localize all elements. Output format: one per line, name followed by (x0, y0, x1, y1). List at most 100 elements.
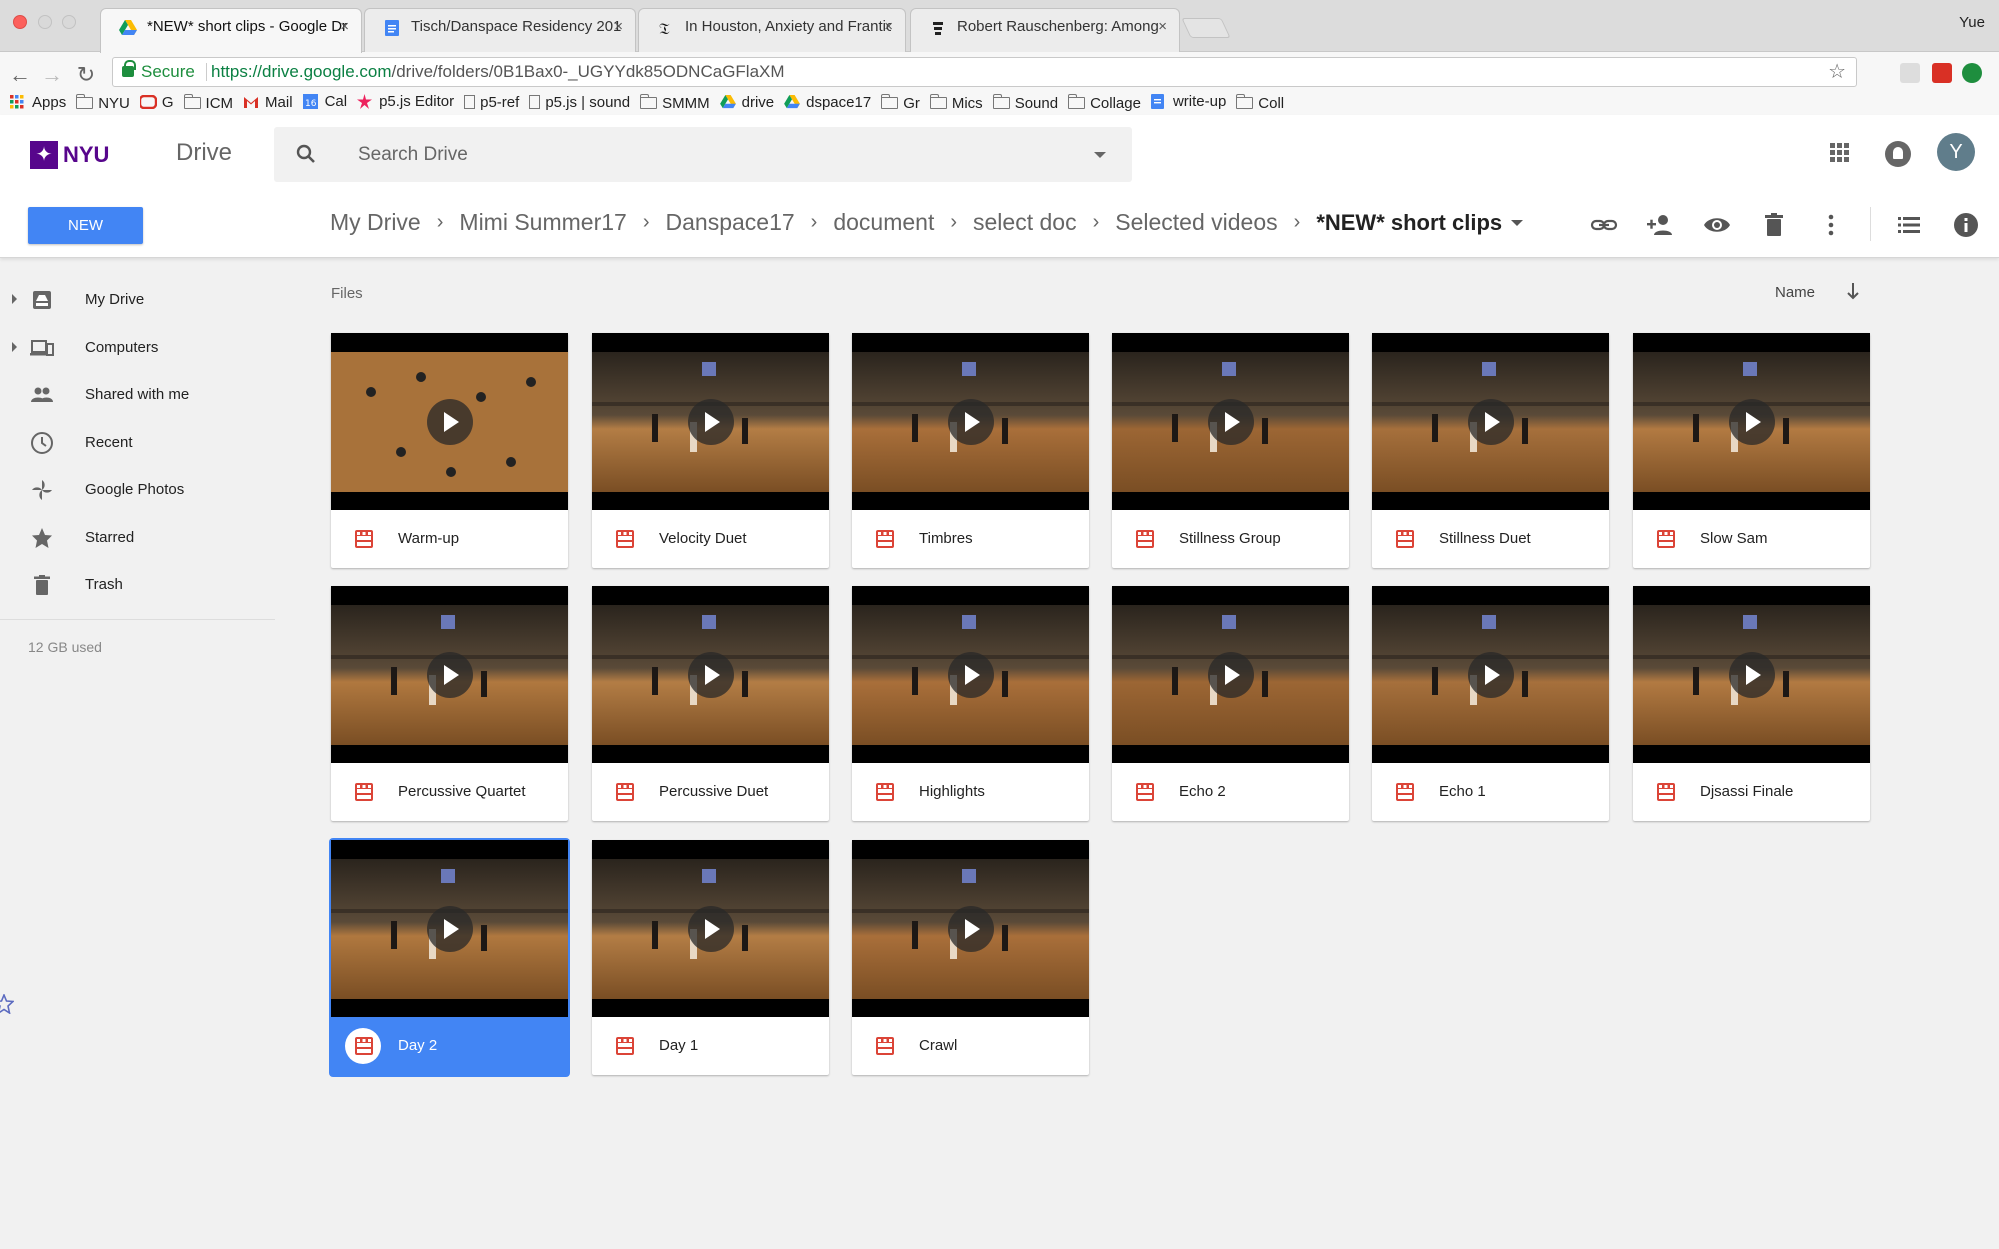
video-thumbnail[interactable] (1633, 586, 1870, 763)
play-icon[interactable] (948, 652, 994, 698)
video-file-card[interactable]: Slow Sam (1633, 333, 1870, 568)
video-file-card[interactable]: Velocity Duet (592, 333, 829, 568)
delete-trash-icon[interactable] (1759, 210, 1789, 240)
play-icon[interactable] (427, 906, 473, 952)
bookmark-item[interactable]: p5.js Editor (357, 88, 454, 114)
video-thumbnail[interactable] (331, 333, 568, 510)
browser-profile-name[interactable]: Yue (1959, 14, 1985, 31)
bookmark-star-icon[interactable]: ☆ (1828, 58, 1846, 86)
file-card-footer[interactable]: Slow Sam (1633, 510, 1870, 568)
org-name[interactable]: NYU (63, 142, 109, 168)
sidebar-item-recent[interactable]: Recent (0, 423, 275, 463)
new-tab-button[interactable] (1181, 18, 1231, 38)
tab-close-icon[interactable]: × (340, 9, 349, 45)
video-thumbnail[interactable] (1112, 586, 1349, 763)
video-thumbnail[interactable] (592, 333, 829, 510)
play-icon[interactable] (427, 652, 473, 698)
file-card-footer[interactable]: Echo 2 (1112, 763, 1349, 821)
green-extension-icon[interactable] (1962, 63, 1982, 83)
bookmark-item[interactable]: G (138, 89, 174, 115)
reload-icon[interactable]: ↻ (74, 62, 98, 88)
sidebar-item-starred[interactable]: Starred (0, 518, 275, 558)
breadcrumb-current-folder[interactable]: *NEW* short clips (1316, 210, 1502, 236)
breadcrumb-document[interactable]: document (833, 209, 934, 236)
video-thumbnail[interactable] (852, 840, 1089, 1017)
bookmark-item[interactable]: Mail (243, 89, 293, 115)
file-card-footer[interactable]: Day 1 (592, 1017, 829, 1075)
info-icon[interactable] (1951, 210, 1981, 240)
search-icon[interactable] (294, 142, 318, 166)
play-icon[interactable] (1468, 652, 1514, 698)
play-icon[interactable] (1729, 399, 1775, 445)
share-add-person-icon[interactable] (1645, 210, 1675, 240)
notifications-bell-icon[interactable] (1885, 141, 1911, 167)
video-file-card[interactable]: Highlights (852, 586, 1089, 821)
file-card-footer[interactable]: Percussive Duet (592, 763, 829, 821)
back-arrow-icon[interactable]: ← (8, 62, 32, 88)
breadcrumb-selected-videos[interactable]: Selected videos (1115, 209, 1277, 236)
bookmark-item[interactable]: SMMM (640, 90, 710, 116)
bookmark-item[interactable]: 16 Cal (302, 88, 347, 114)
video-file-card[interactable]: Djsassi Finale (1633, 586, 1870, 821)
get-link-icon[interactable] (1589, 210, 1619, 240)
bookmark-item[interactable]: ICM (183, 90, 233, 116)
browser-tab-drive[interactable]: *NEW* short clips - Google Drive × (100, 8, 362, 53)
video-thumbnail[interactable] (1372, 586, 1609, 763)
breadcrumb-danspace17[interactable]: Danspace17 (666, 209, 795, 236)
file-card-footer[interactable]: Highlights (852, 763, 1089, 821)
bookmark-item[interactable]: Gr (881, 90, 920, 116)
file-card-footer[interactable]: Velocity Duet (592, 510, 829, 568)
breadcrumb-my-drive[interactable]: My Drive (330, 209, 421, 236)
storage-used[interactable]: 12 GB used (28, 639, 102, 655)
video-file-card[interactable]: Percussive Duet (592, 586, 829, 821)
play-icon[interactable] (1729, 652, 1775, 698)
tab-close-icon[interactable]: × (614, 9, 623, 45)
browser-tab-docs[interactable]: Tisch/Danspace Residency 2017 × (364, 8, 636, 52)
preview-eye-icon[interactable] (1702, 210, 1732, 240)
bookmark-item[interactable]: Sound (992, 90, 1058, 116)
play-icon[interactable] (427, 399, 473, 445)
file-card-footer[interactable]: Day 2 (331, 1017, 568, 1075)
play-icon[interactable] (688, 399, 734, 445)
file-card-footer[interactable]: Crawl (852, 1017, 1089, 1075)
more-actions-icon[interactable] (1816, 210, 1846, 240)
video-file-card[interactable]: Day 2 (331, 840, 568, 1075)
video-file-card[interactable]: Timbres (852, 333, 1089, 568)
file-card-footer[interactable]: Djsassi Finale (1633, 763, 1870, 821)
bookmark-item[interactable]: dspace17 (784, 89, 871, 115)
folder-menu-caret-icon[interactable] (1511, 219, 1524, 226)
bookmark-item[interactable]: p5.js | sound (529, 89, 630, 115)
search-bar[interactable]: Search Drive (274, 127, 1132, 182)
file-card-footer[interactable]: Stillness Group (1112, 510, 1349, 568)
nyu-torch-logo[interactable]: ✦ (30, 141, 58, 169)
video-thumbnail[interactable] (592, 840, 829, 1017)
video-thumbnail[interactable] (1633, 333, 1870, 510)
sidebar-item-computers[interactable]: Computers (0, 328, 275, 368)
play-icon[interactable] (688, 652, 734, 698)
apps-grid-icon[interactable] (1830, 143, 1850, 163)
window-zoom-button[interactable] (62, 15, 76, 29)
file-card-footer[interactable]: Stillness Duet (1372, 510, 1609, 568)
bookmark-item[interactable]: Coll (1236, 90, 1284, 116)
file-card-footer[interactable]: Warm-up (331, 510, 568, 568)
avatar[interactable]: Y (1937, 133, 1975, 171)
bookmark-item[interactable]: NYU (76, 90, 130, 116)
forward-arrow-icon[interactable]: → (40, 62, 64, 88)
play-icon[interactable] (1208, 652, 1254, 698)
video-file-card[interactable]: Stillness Duet (1372, 333, 1609, 568)
bookmark-item[interactable]: Apps (10, 89, 66, 115)
video-file-card[interactable]: Percussive Quartet (331, 586, 568, 821)
video-file-card[interactable]: Stillness Group (1112, 333, 1349, 568)
video-thumbnail[interactable] (852, 333, 1089, 510)
new-button[interactable]: NEW (28, 207, 143, 244)
play-icon[interactable] (948, 399, 994, 445)
sort-direction-arrow-icon[interactable] (1846, 280, 1860, 302)
tab-close-icon[interactable]: × (1158, 9, 1167, 45)
sidebar-item-google-photos[interactable]: Google Photos (0, 470, 275, 510)
address-bar[interactable]: Secure https://drive.google.com/drive/fo… (112, 57, 1857, 87)
file-card-footer[interactable]: Percussive Quartet (331, 763, 568, 821)
search-input[interactable]: Search Drive (358, 144, 468, 166)
play-icon[interactable] (1468, 399, 1514, 445)
video-file-card[interactable]: Echo 1 (1372, 586, 1609, 821)
video-file-card[interactable]: Echo 2 (1112, 586, 1349, 821)
